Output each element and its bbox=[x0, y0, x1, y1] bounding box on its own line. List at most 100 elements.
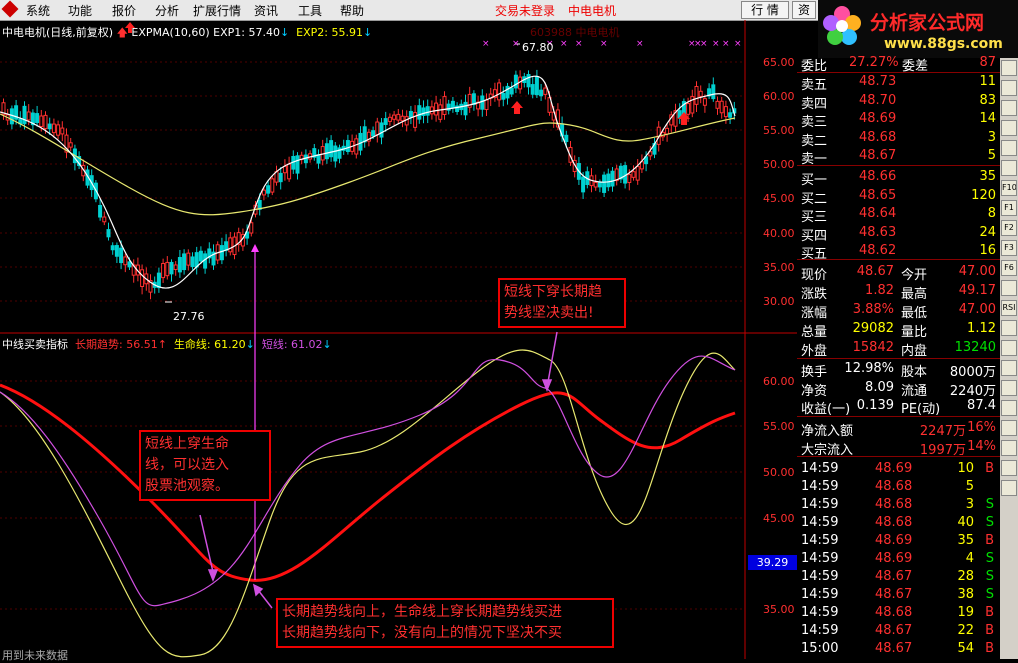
asks-row: 卖二 48.68 3 bbox=[797, 129, 1000, 149]
flow-row: 净流入额 2247万 16% bbox=[797, 419, 1000, 439]
toolbar-button[interactable] bbox=[1001, 140, 1017, 156]
login-status: 交易未登录 bbox=[495, 4, 556, 18]
bids-volume: 16 bbox=[979, 243, 996, 259]
toolbar-button[interactable]: RSI bbox=[1001, 300, 1017, 316]
tick-volume: 5 bbox=[965, 479, 974, 494]
toolbar-button[interactable] bbox=[1001, 380, 1017, 396]
candle bbox=[98, 204, 103, 218]
menu-quote[interactable]: 报价 bbox=[112, 2, 136, 19]
candle bbox=[602, 174, 607, 193]
candle bbox=[534, 76, 539, 96]
menu-help[interactable]: 帮助 bbox=[340, 2, 364, 19]
toolbar-button[interactable] bbox=[1001, 400, 1017, 416]
candle bbox=[463, 101, 468, 116]
menu-news[interactable]: 资讯 bbox=[254, 2, 278, 19]
indicator-name: EXPMA(10,60) bbox=[131, 26, 210, 39]
stat-label: 涨幅 bbox=[801, 306, 828, 321]
menu-system[interactable]: 系统 bbox=[26, 2, 50, 19]
toolbar-button[interactable] bbox=[1001, 420, 1017, 436]
candle bbox=[413, 112, 418, 128]
bids-price: 48.64 bbox=[859, 206, 897, 222]
toolbar-button[interactable]: F10 bbox=[1001, 180, 1017, 196]
candle bbox=[723, 106, 728, 118]
tick-volume: 10 bbox=[957, 461, 974, 476]
axis-tick: 35.00 bbox=[763, 603, 795, 616]
candle bbox=[26, 111, 31, 121]
stat-label: 总量 bbox=[801, 325, 828, 340]
candle bbox=[379, 122, 384, 138]
stat-value: 15842 bbox=[852, 340, 894, 355]
tick-time: 14:59 bbox=[801, 569, 839, 584]
tick-price: 48.67 bbox=[875, 569, 913, 584]
candle bbox=[324, 143, 329, 160]
candles bbox=[1, 69, 737, 300]
life-label: 生命线: 61.20 bbox=[173, 338, 246, 351]
menu-analysis[interactable]: 分析 bbox=[155, 2, 179, 19]
candle bbox=[35, 113, 40, 123]
app-logo-icon[interactable] bbox=[1, 0, 19, 18]
toolbar-button[interactable] bbox=[1001, 440, 1017, 456]
brand-url: www.88gs.com bbox=[884, 36, 1003, 52]
signal-x-icon: × bbox=[722, 39, 730, 49]
info-button[interactable]: 资 bbox=[792, 1, 816, 19]
stat-value: 1.12 bbox=[967, 321, 996, 336]
tick-time: 14:59 bbox=[801, 605, 839, 620]
candle bbox=[501, 93, 506, 100]
toolbar-button[interactable] bbox=[1001, 460, 1017, 476]
candle bbox=[182, 253, 187, 271]
candle bbox=[543, 87, 548, 95]
toolbar-button[interactable]: F1 bbox=[1001, 200, 1017, 216]
annotation-line: 短线上穿生命 bbox=[145, 436, 229, 452]
flow-pct: 14% bbox=[967, 439, 996, 454]
axis-tick: 50.00 bbox=[763, 158, 795, 171]
exp1-label: EXP1: 57.40 bbox=[213, 26, 280, 39]
toolbar-button[interactable] bbox=[1001, 80, 1017, 96]
candle bbox=[282, 165, 287, 174]
bids-row: 买一 48.66 35 bbox=[797, 168, 1000, 188]
tick-price: 48.68 bbox=[875, 479, 913, 494]
short-label: 短线: 61.02 bbox=[261, 338, 323, 351]
sub-title: 中线买卖指标 bbox=[2, 338, 68, 351]
candle bbox=[47, 123, 52, 130]
bids-row: 买五 48.62 16 bbox=[797, 242, 1000, 262]
candle bbox=[354, 138, 359, 155]
toolbar-button[interactable] bbox=[1001, 320, 1017, 336]
stat-label: 外盘 bbox=[801, 344, 828, 359]
candle bbox=[396, 113, 401, 121]
candle bbox=[690, 96, 695, 114]
toolbar-button[interactable]: F3 bbox=[1001, 240, 1017, 256]
tick-volume: 28 bbox=[957, 569, 974, 584]
tick-volume: 22 bbox=[957, 623, 974, 638]
toolbar-button[interactable] bbox=[1001, 280, 1017, 296]
toolbar-button[interactable]: F6 bbox=[1001, 260, 1017, 276]
candle bbox=[597, 182, 602, 188]
candle bbox=[169, 261, 174, 275]
toolbar-button[interactable] bbox=[1001, 120, 1017, 136]
toolbar-button[interactable] bbox=[1001, 160, 1017, 176]
candle bbox=[333, 145, 338, 162]
flow-pct: 16% bbox=[967, 420, 996, 435]
quote-button[interactable]: 行 情 bbox=[741, 1, 789, 19]
chart-area[interactable]: × × × × × × × × × × × × × 中电电机(日线,前复权) 🡅 EXPMA(10,60… bbox=[0, 20, 797, 662]
candle bbox=[728, 112, 733, 118]
menu-tools[interactable]: 工具 bbox=[298, 2, 322, 19]
toolbar-button[interactable] bbox=[1001, 340, 1017, 356]
candle bbox=[123, 256, 128, 266]
asks-price: 48.70 bbox=[859, 92, 897, 108]
candle bbox=[417, 105, 422, 120]
tick-price: 48.68 bbox=[875, 515, 913, 530]
toolbar-button[interactable]: F2 bbox=[1001, 220, 1017, 236]
toolbar-button[interactable] bbox=[1001, 60, 1017, 76]
asks-row: 卖五 48.73 11 bbox=[797, 73, 1000, 93]
tick-price: 48.69 bbox=[875, 461, 913, 476]
menu-function[interactable]: 功能 bbox=[68, 2, 92, 19]
menu-ext-quote[interactable]: 扩展行情 bbox=[193, 2, 241, 19]
quote-panel: 委比 27.27% 委差 87 卖五 48.73 11 卖四 48.70 83 卖三 48.6… bbox=[797, 55, 1000, 659]
toolbar-button[interactable] bbox=[1001, 360, 1017, 376]
toolbar-button[interactable] bbox=[1001, 480, 1017, 496]
tick-time: 14:59 bbox=[801, 551, 839, 566]
toolbar-button[interactable] bbox=[1001, 100, 1017, 116]
candle bbox=[564, 134, 569, 142]
bids-label: 买一 bbox=[801, 173, 828, 188]
tick-row: 14:59 48.69 4 S bbox=[797, 550, 1000, 568]
